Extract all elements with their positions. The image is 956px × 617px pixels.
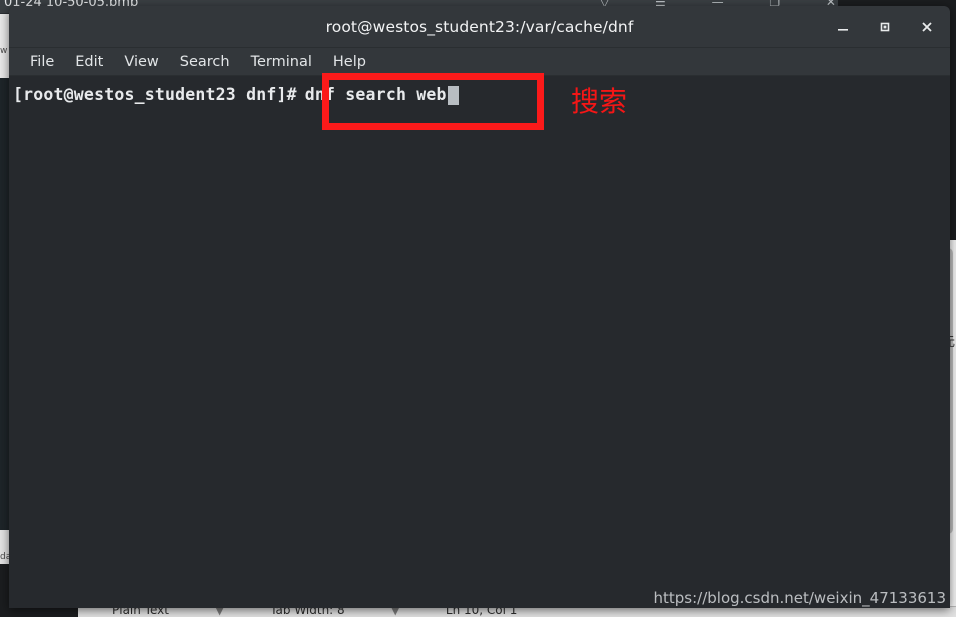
terminal-window: root@westos_student23:/var/cache/dnf Fil… — [9, 6, 950, 608]
window-title: root@westos_student23:/var/cache/dnf — [325, 17, 634, 36]
watermark: https://blog.csdn.net/weixin_47133613 — [653, 589, 946, 607]
menu-item-terminal[interactable]: Terminal — [242, 51, 321, 73]
menu-item-search[interactable]: Search — [171, 51, 239, 73]
menu-item-edit[interactable]: Edit — [66, 51, 112, 73]
text-cursor — [447, 85, 459, 105]
menu-item-help[interactable]: Help — [324, 51, 375, 73]
background-left-terminal-text — [0, 346, 9, 446]
close-icon[interactable] — [912, 13, 942, 41]
window-controls — [828, 13, 942, 41]
maximize-icon[interactable] — [870, 13, 900, 41]
background-left-panel-text: w — [0, 46, 8, 56]
typed-command: dnf search web — [304, 85, 447, 104]
minimize-icon[interactable] — [828, 13, 858, 41]
terminal-titlebar[interactable]: root@westos_student23:/var/cache/dnf — [9, 6, 950, 48]
background-left-terminal-strip — [0, 78, 9, 530]
menu-item-view[interactable]: View — [115, 51, 167, 73]
screen: 01-24 10-50-05.bmp ▽ ☰ — ❐ ✕ w da 元 Plai… — [0, 0, 956, 617]
terminal-screen[interactable]: [root@westos_student23 dnf]# dnf search … — [9, 76, 950, 607]
terminal-menubar: File Edit View Search Terminal Help — [9, 48, 950, 76]
annotation-label: 搜索 — [571, 85, 628, 118]
terminal-command-line: [root@westos_student23 dnf]# dnf search … — [13, 84, 950, 106]
shell-prompt: [root@westos_student23 dnf]# — [13, 85, 297, 104]
menu-item-file[interactable]: File — [21, 51, 63, 73]
